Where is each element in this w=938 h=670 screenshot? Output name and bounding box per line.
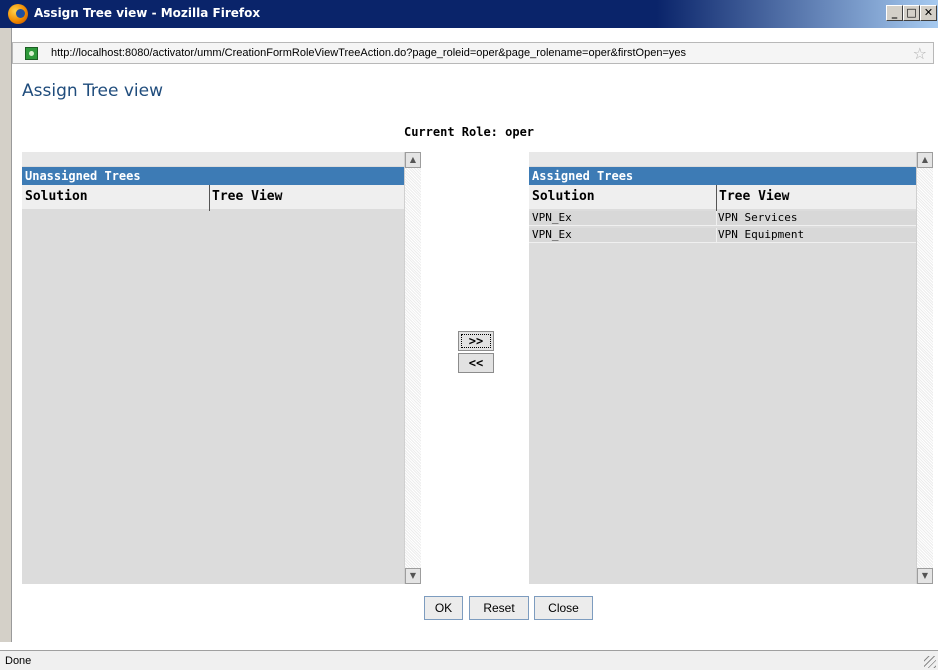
window-title-bar[interactable]: Assign Tree view - Mozilla Firefox _ □ ✕ bbox=[0, 0, 938, 28]
panel-top-strip bbox=[22, 152, 404, 166]
scroll-up-arrow-icon[interactable]: ▲ bbox=[917, 152, 933, 168]
minimize-button[interactable]: _ bbox=[886, 5, 903, 21]
unassigned-scrollbar[interactable]: ▲ ▼ bbox=[404, 152, 421, 584]
status-text: Done bbox=[5, 655, 32, 667]
unassigned-trees-panel[interactable]: Unassigned Trees Solution Tree View ▲ ▼ bbox=[22, 152, 421, 584]
col-solution-header[interactable]: Solution bbox=[532, 189, 595, 204]
table-row[interactable]: VPN_Ex VPN Equipment bbox=[529, 228, 916, 243]
row-solution: VPN_Ex bbox=[532, 228, 572, 241]
col-tree-view-header[interactable]: Tree View bbox=[209, 185, 282, 211]
assigned-scrollbar[interactable]: ▲ ▼ bbox=[916, 152, 933, 584]
scroll-up-arrow-icon[interactable]: ▲ bbox=[405, 152, 421, 168]
assigned-trees-title: Assigned Trees bbox=[529, 167, 916, 185]
resize-grip-icon[interactable] bbox=[924, 656, 936, 668]
window-title: Assign Tree view - Mozilla Firefox bbox=[34, 6, 261, 20]
ok-button[interactable]: OK bbox=[424, 596, 463, 620]
row-tree-view: VPN Equipment bbox=[716, 228, 805, 242]
col-tree-view-header[interactable]: Tree View bbox=[716, 185, 789, 211]
assigned-table-header: Solution Tree View bbox=[529, 185, 916, 211]
panel-top-strip bbox=[529, 152, 916, 166]
unassigned-table-header: Solution Tree View bbox=[22, 185, 404, 211]
table-row[interactable]: VPN_Ex VPN Services bbox=[529, 211, 916, 226]
assign-button[interactable]: >> bbox=[458, 331, 494, 351]
reset-button[interactable]: Reset bbox=[469, 596, 529, 620]
row-solution: VPN_Ex bbox=[532, 211, 572, 224]
scroll-down-arrow-icon[interactable]: ▼ bbox=[405, 568, 421, 584]
address-url[interactable]: http://localhost:8080/activator/umm/Crea… bbox=[51, 47, 686, 59]
status-bar: Done bbox=[0, 650, 938, 670]
row-tree-view: VPN Services bbox=[716, 211, 798, 225]
close-button[interactable]: Close bbox=[534, 596, 593, 620]
unassigned-trees-title: Unassigned Trees bbox=[22, 167, 404, 185]
firefox-icon bbox=[8, 4, 28, 24]
current-role-label: Current Role: oper bbox=[403, 125, 535, 139]
close-window-button[interactable]: ✕ bbox=[920, 5, 937, 21]
col-solution-header[interactable]: Solution bbox=[25, 189, 88, 204]
unassign-button[interactable]: << bbox=[458, 353, 494, 373]
window-frame-edge bbox=[0, 28, 12, 642]
bookmark-star-icon[interactable]: ☆ bbox=[913, 44, 927, 63]
address-bar[interactable]: http://localhost:8080/activator/umm/Crea… bbox=[12, 42, 934, 64]
site-identity-icon[interactable] bbox=[25, 47, 38, 60]
assigned-trees-panel[interactable]: Assigned Trees Solution Tree View VPN_Ex… bbox=[529, 152, 933, 584]
scroll-down-arrow-icon[interactable]: ▼ bbox=[917, 568, 933, 584]
page-title: Assign Tree view bbox=[22, 81, 164, 101]
maximize-button[interactable]: □ bbox=[903, 5, 920, 21]
